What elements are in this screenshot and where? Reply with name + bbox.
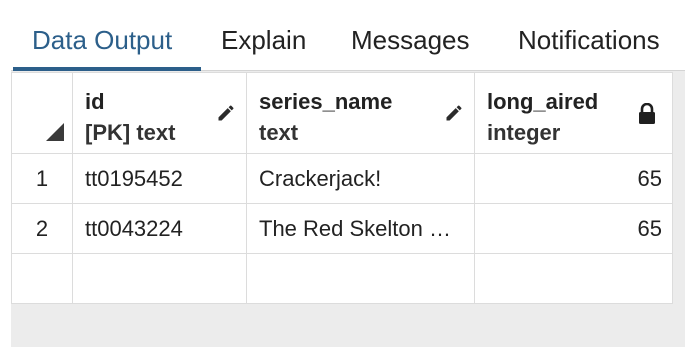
- cell-series-name[interactable]: Crackerjack!: [246, 153, 475, 204]
- cell-id[interactable]: tt0195452: [72, 153, 247, 204]
- row-number[interactable]: 1: [11, 153, 73, 204]
- table-row[interactable]: 1 tt0195452 Crackerjack! 65: [11, 153, 673, 204]
- empty-cell[interactable]: [246, 253, 475, 304]
- column-name: series_name: [259, 89, 393, 114]
- tab-messages[interactable]: Messages: [351, 10, 470, 71]
- lock-icon: [638, 102, 656, 130]
- corner-triangle-icon: [46, 123, 64, 141]
- cell-id[interactable]: tt0043224: [72, 203, 247, 254]
- row-number[interactable]: 2: [11, 203, 73, 254]
- cell-series-name[interactable]: The Red Skelton …: [246, 203, 475, 254]
- select-all-corner[interactable]: [11, 72, 73, 154]
- cell-long-aired[interactable]: 65: [474, 203, 673, 254]
- column-header-long-aired[interactable]: long_aired integer: [474, 72, 673, 154]
- table-row[interactable]: 2 tt0043224 The Red Skelton … 65: [11, 203, 673, 254]
- tab-data-output[interactable]: Data Output: [32, 10, 172, 71]
- column-name: long_aired: [487, 89, 599, 114]
- empty-cell[interactable]: [72, 253, 247, 304]
- grid-header-row: id [PK] text series_name text long_aired…: [11, 72, 673, 154]
- pencil-icon: [444, 103, 464, 128]
- column-type: [PK] text: [85, 120, 176, 145]
- column-header-series-name[interactable]: series_name text: [246, 72, 475, 154]
- column-header-id[interactable]: id [PK] text: [72, 72, 247, 154]
- column-name: id: [85, 89, 105, 114]
- active-tab-indicator: [13, 67, 201, 71]
- tab-notifications[interactable]: Notifications: [518, 10, 660, 71]
- tab-explain[interactable]: Explain: [221, 10, 306, 71]
- empty-cell[interactable]: [474, 253, 673, 304]
- column-type: text: [259, 120, 299, 145]
- column-type: integer: [487, 120, 561, 145]
- data-grid: id [PK] text series_name text long_aired…: [11, 72, 673, 304]
- query-results-panel: Data Output Explain Messages Notificatio…: [11, 10, 685, 347]
- cell-long-aired[interactable]: 65: [474, 153, 673, 204]
- empty-cell[interactable]: [11, 253, 73, 304]
- empty-row[interactable]: [11, 253, 673, 304]
- results-tab-bar: Data Output Explain Messages Notificatio…: [11, 10, 685, 71]
- pencil-icon: [216, 103, 236, 128]
